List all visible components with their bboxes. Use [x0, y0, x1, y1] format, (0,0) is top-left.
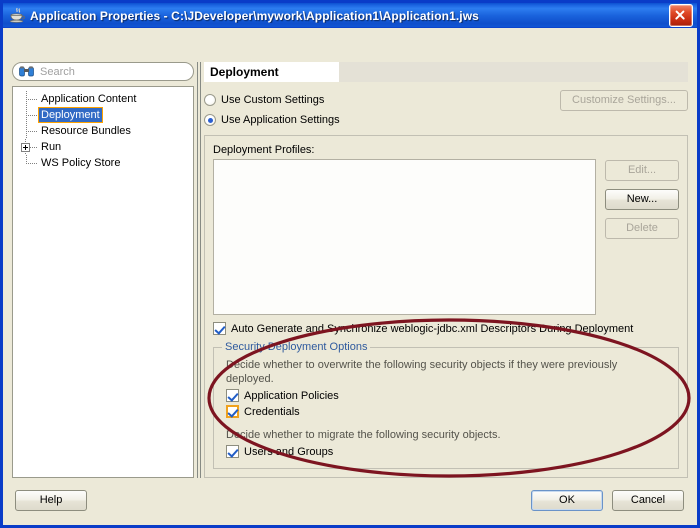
java-coffee-cup-icon	[8, 7, 26, 25]
pane-splitter[interactable]	[194, 62, 204, 478]
tree-connector	[21, 107, 39, 123]
users-and-groups-checkbox[interactable]	[226, 445, 239, 458]
radio-use-custom-settings[interactable]: Use Custom Settings	[204, 91, 340, 109]
search-input[interactable]: Search	[12, 62, 194, 81]
application-policies-checkbox[interactable]	[226, 389, 239, 402]
auto-generate-checkbox[interactable]	[213, 322, 226, 335]
credentials-label: Credentials	[244, 405, 300, 418]
delete-profile-button[interactable]: Delete	[605, 218, 679, 239]
settings-tree[interactable]: Application Content Deployment Resource …	[12, 86, 194, 478]
tree-item-deployment[interactable]: Deployment	[13, 107, 193, 123]
plus-icon[interactable]	[21, 143, 30, 152]
tree-item-application-content[interactable]: Application Content	[13, 91, 193, 107]
footer-action-buttons: OK Cancel	[531, 489, 684, 511]
users-and-groups-label: Users and Groups	[244, 445, 334, 458]
overwrite-description: Decide whether to overwrite the followin…	[226, 359, 618, 385]
new-profile-button[interactable]: New...	[605, 189, 679, 210]
dialog-footer: Help OK Cancel	[6, 478, 694, 522]
page-title: Deployment	[204, 62, 339, 82]
profiles-button-column: Edit... New... Delete	[605, 159, 679, 315]
settings-mode-radio-group: Use Custom Settings Use Application Sett…	[204, 90, 340, 131]
security-group-legend: Security Deployment Options	[222, 341, 371, 353]
settings-mode-row: Use Custom Settings Use Application Sett…	[204, 90, 688, 131]
application-policies-label: Application Policies	[244, 389, 339, 402]
content-row: Search Application Content Deployment Re…	[6, 56, 694, 478]
tree-item-label: Run	[41, 141, 62, 153]
auto-generate-checkbox-row[interactable]: Auto Generate and Synchronize weblogic-j…	[213, 322, 679, 335]
close-icon[interactable]	[669, 4, 693, 27]
deployment-settings-pane: Deployment Use Custom Settings Use Appli…	[204, 62, 688, 478]
tree-item-resource-bundles[interactable]: Resource Bundles	[13, 123, 193, 139]
help-button[interactable]: Help	[15, 489, 87, 511]
tree-connector	[21, 155, 39, 171]
ok-button[interactable]: OK	[531, 489, 603, 511]
tree-item-label: Resource Bundles	[41, 125, 131, 137]
navigation-pane: Search Application Content Deployment Re…	[12, 62, 194, 478]
tree-item-ws-policy-store[interactable]: WS Policy Store	[13, 155, 193, 171]
deployment-profiles-list[interactable]	[213, 159, 596, 315]
radio-label: Use Custom Settings	[221, 94, 325, 106]
credentials-checkbox-row[interactable]: Credentials	[226, 405, 668, 418]
application-policies-checkbox-row[interactable]: Application Policies	[226, 389, 668, 402]
search-placeholder-text: Search	[40, 65, 75, 78]
auto-generate-label: Auto Generate and Synchronize weblogic-j…	[231, 322, 634, 335]
tree-item-label: Application Content	[41, 93, 137, 105]
tree-item-label: WS Policy Store	[41, 157, 121, 169]
window-title-bar[interactable]: Application Properties - C:\JDeveloper\m…	[0, 0, 700, 28]
dialog-body: Search Application Content Deployment Re…	[6, 56, 694, 522]
page-title-bar: Deployment	[204, 62, 688, 82]
users-and-groups-checkbox-row[interactable]: Users and Groups	[226, 445, 668, 458]
radio-button-icon[interactable]	[204, 94, 216, 106]
migrate-description: Decide whether to migrate the following …	[226, 429, 501, 441]
binoculars-icon	[19, 66, 34, 77]
tree-connector	[21, 91, 39, 107]
deployment-profiles-label: Deployment Profiles:	[213, 144, 315, 156]
radio-button-icon-selected[interactable]	[204, 114, 216, 126]
security-deployment-options-group: Security Deployment Options Decide wheth…	[213, 341, 679, 469]
credentials-checkbox[interactable]	[226, 405, 239, 418]
tree-item-label: Deployment	[38, 107, 103, 123]
application-properties-dialog: Search Application Content Deployment Re…	[0, 28, 700, 528]
deployment-profiles-group: Deployment Profiles: Edit... New... Dele…	[204, 135, 688, 478]
edit-profile-button[interactable]: Edit...	[605, 160, 679, 181]
cancel-button[interactable]: Cancel	[612, 489, 684, 511]
radio-label: Use Application Settings	[221, 114, 340, 126]
tree-connector	[21, 123, 39, 139]
window-title-text: Application Properties - C:\JDeveloper\m…	[30, 8, 479, 23]
tree-item-run[interactable]: Run	[13, 139, 193, 155]
customize-settings-button[interactable]: Customize Settings...	[560, 90, 688, 111]
tree-connector	[21, 139, 39, 155]
profiles-row: Edit... New... Delete	[213, 159, 679, 315]
radio-use-application-settings[interactable]: Use Application Settings	[204, 111, 340, 129]
